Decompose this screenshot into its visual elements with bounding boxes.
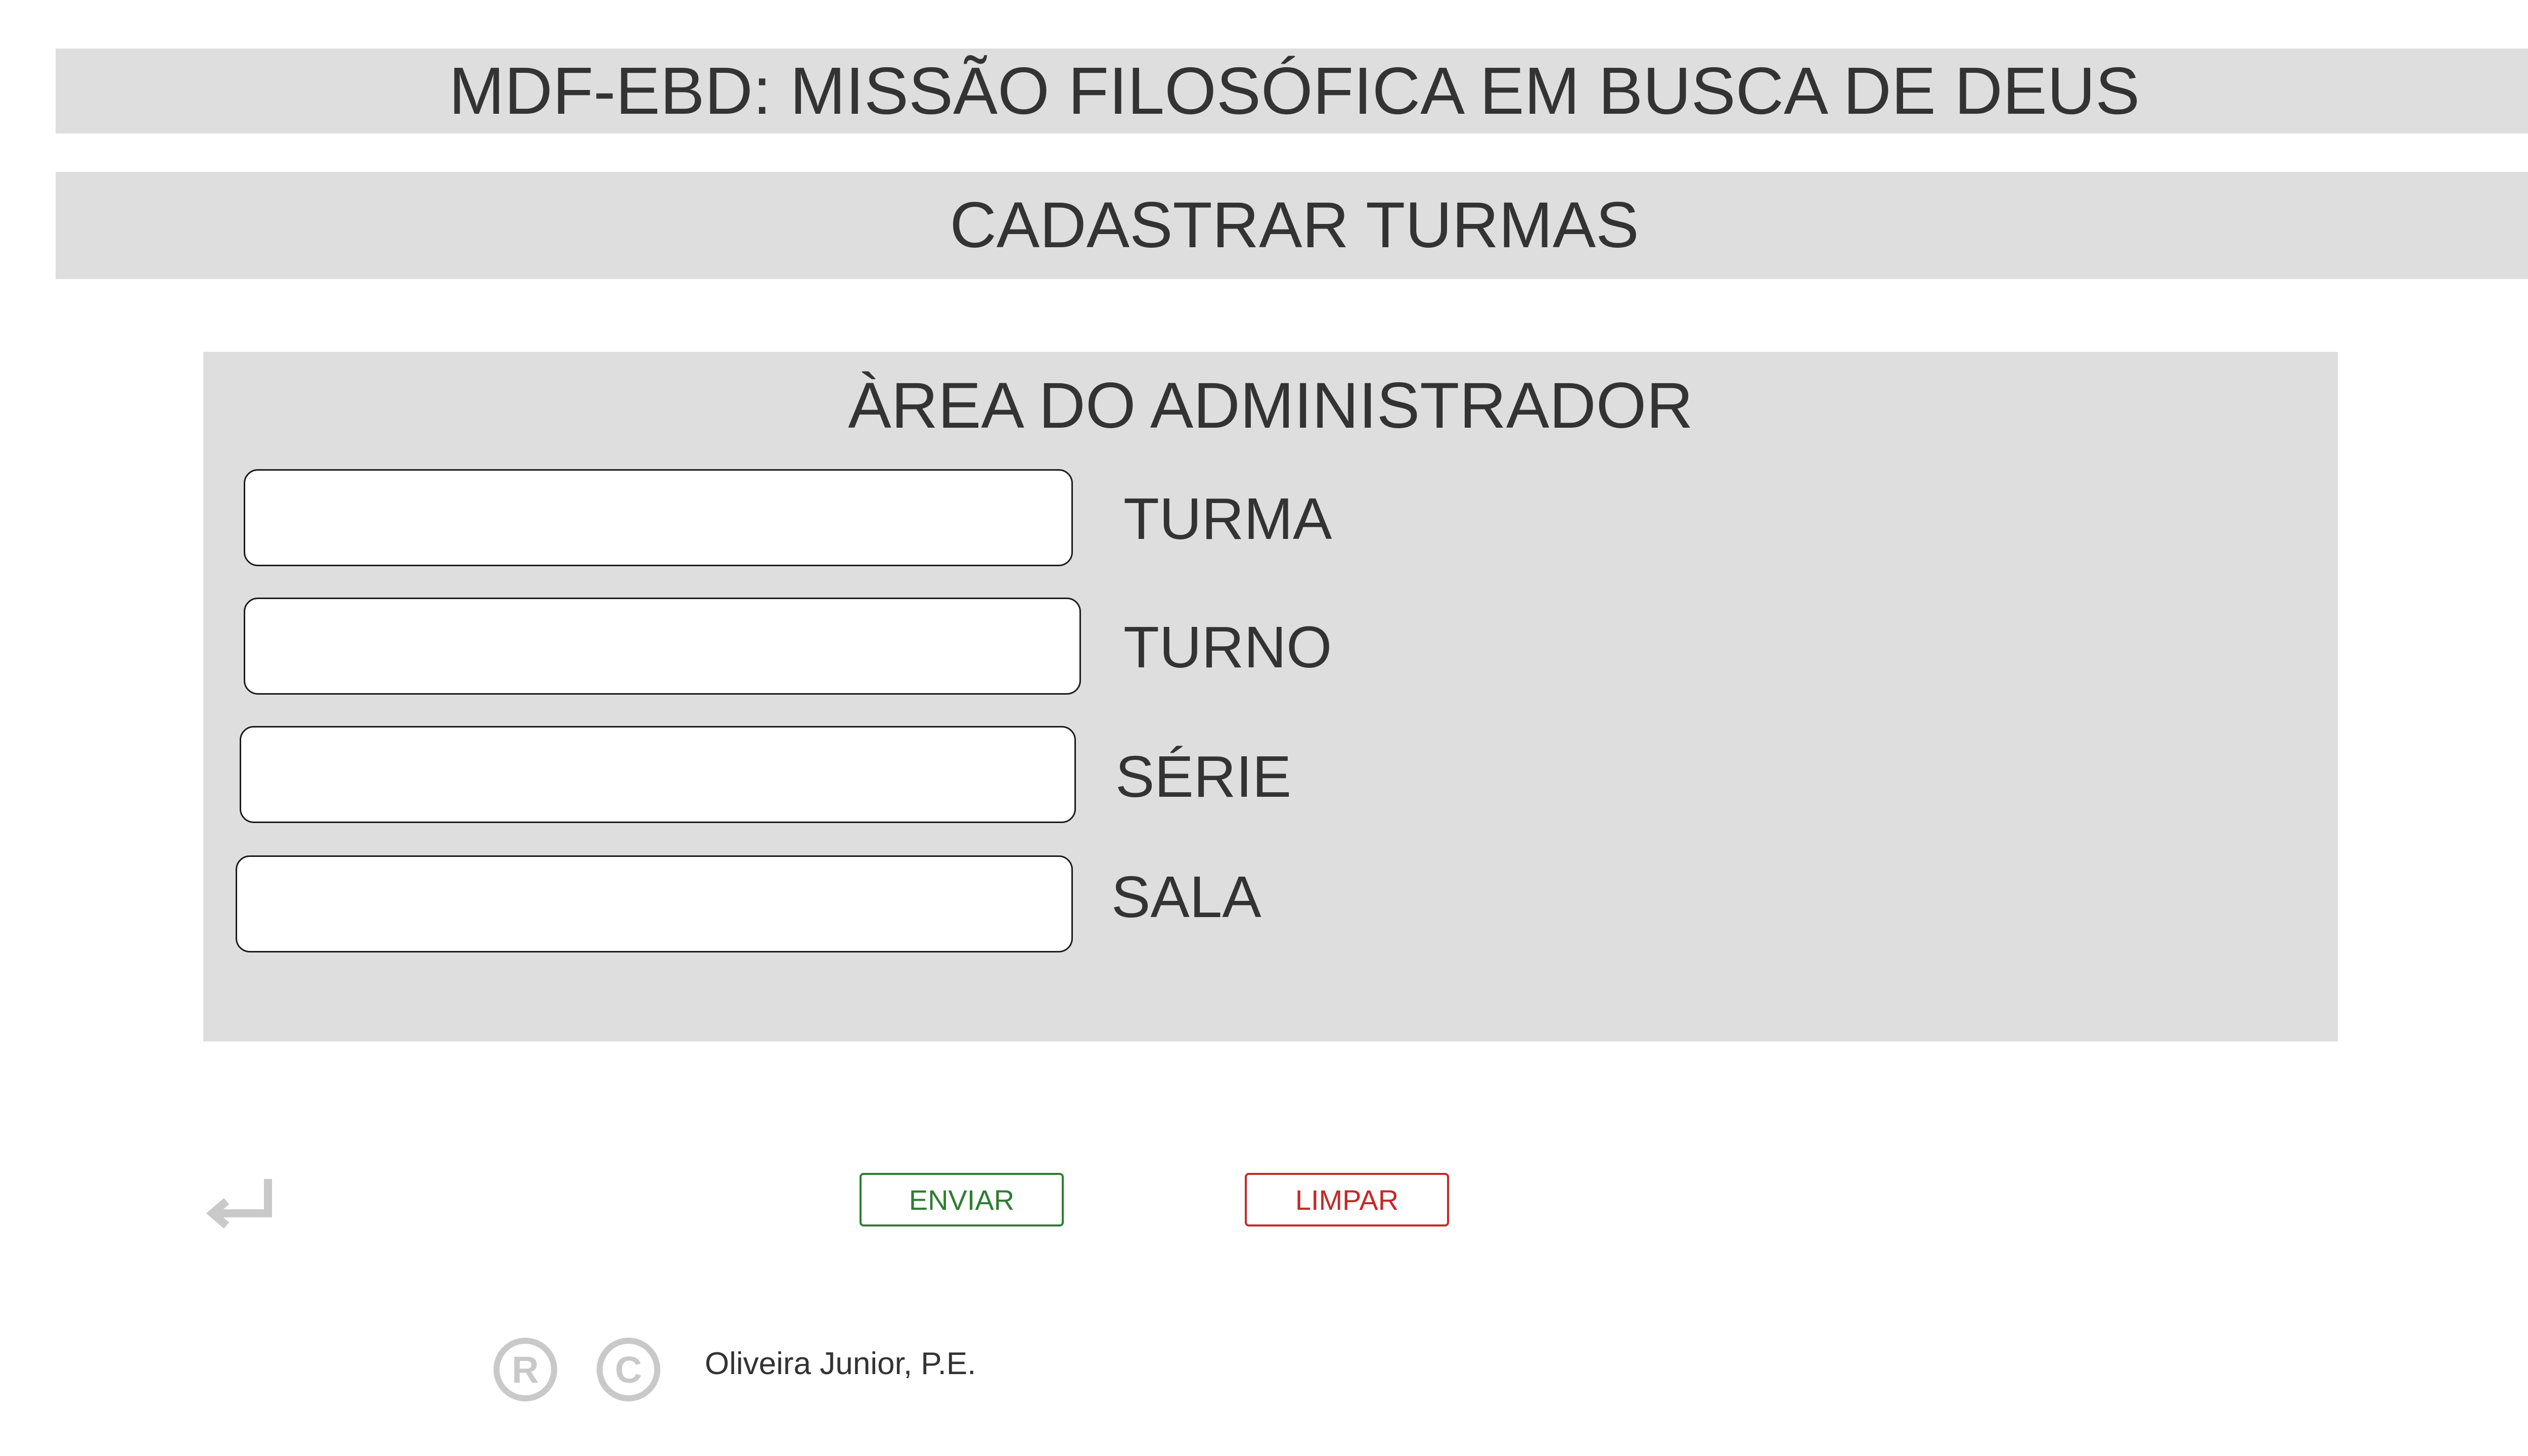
turma-input[interactable] xyxy=(244,469,1073,566)
serie-input[interactable] xyxy=(240,726,1076,823)
section-title: CADASTRAR TURMAS xyxy=(950,189,1639,261)
sala-label: SALA xyxy=(1111,864,1261,930)
admin-panel: ÀREA DO ADMINISTRADOR TURMA TURNO SÉRIE … xyxy=(203,352,2338,1041)
copyright-symbol: C xyxy=(615,1348,642,1391)
turno-input[interactable] xyxy=(244,598,1081,695)
send-button[interactable]: ENVIAR xyxy=(860,1173,1064,1226)
return-arrow-icon[interactable] xyxy=(202,1178,278,1234)
turno-label: TURNO xyxy=(1123,614,1332,680)
turma-label: TURMA xyxy=(1123,486,1332,552)
registered-icon: R xyxy=(493,1338,557,1401)
section-title-bar: CADASTRAR TURMAS xyxy=(56,172,2528,279)
registered-symbol: R xyxy=(512,1348,539,1391)
author-credit: Oliveira Junior, P.E. xyxy=(705,1346,976,1381)
admin-panel-title: ÀREA DO ADMINISTRADOR xyxy=(848,370,1693,442)
clear-button[interactable]: LIMPAR xyxy=(1245,1173,1449,1226)
copyright-icon: C xyxy=(597,1338,660,1401)
sala-input[interactable] xyxy=(236,855,1073,952)
serie-label: SÉRIE xyxy=(1115,744,1292,809)
app-title: MDF-EBD: MISSÃO FILOSÓFICA EM BUSCA DE D… xyxy=(448,54,2140,128)
app-title-bar: MDF-EBD: MISSÃO FILOSÓFICA EM BUSCA DE D… xyxy=(56,49,2528,133)
